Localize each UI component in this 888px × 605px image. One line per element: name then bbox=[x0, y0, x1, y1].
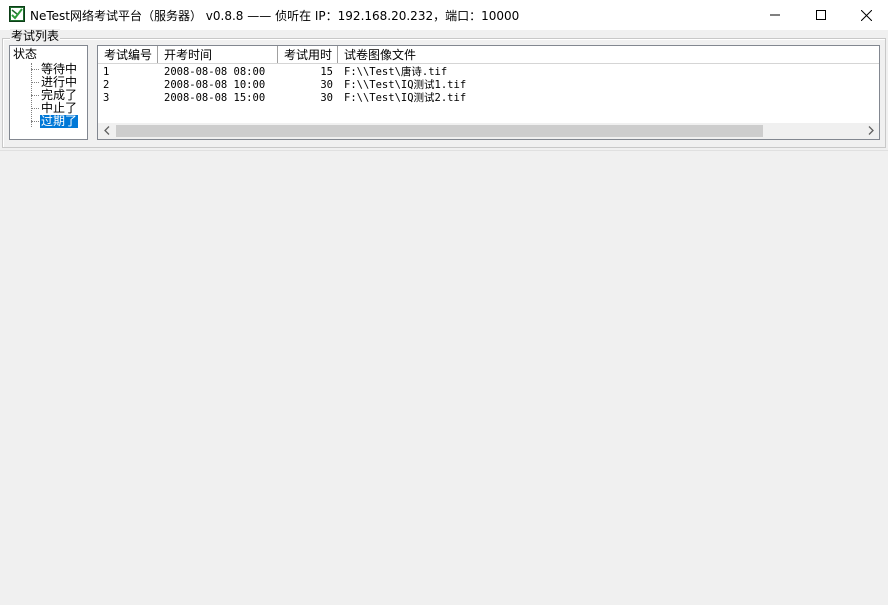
tree-branch-line bbox=[31, 95, 39, 96]
cell-duration: 15 bbox=[320, 66, 333, 78]
app-logo-icon[interactable] bbox=[9, 6, 25, 22]
chevron-right-icon bbox=[868, 124, 874, 138]
column-header-exam-id[interactable]: 考试编号 bbox=[98, 46, 158, 63]
minimize-button[interactable] bbox=[752, 0, 798, 30]
groupbox-legend: 考试列表 bbox=[10, 29, 61, 43]
cell-start-time: 2008-08-08 08:00 bbox=[164, 66, 266, 78]
cell-image-file: F:\\Test\IQ测试1.tif bbox=[344, 79, 467, 91]
horizontal-scrollbar[interactable] bbox=[98, 123, 879, 139]
cell-exam-id: 3 bbox=[103, 92, 110, 104]
main-content-area bbox=[0, 150, 888, 605]
table-row[interactable]: 3 2008-08-08 15:00 30 F:\\Test\IQ测试2.tif bbox=[98, 92, 879, 105]
tree-item-label: 过期了 bbox=[40, 114, 79, 128]
close-icon bbox=[860, 9, 872, 21]
cell-exam-id: 1 bbox=[103, 66, 110, 78]
cell-exam-id: 2 bbox=[103, 79, 110, 91]
tree-root-status[interactable]: 状态 bbox=[13, 48, 37, 61]
title-bar[interactable]: NeTest网络考试平台（服务器） v0.8.8 —— 侦听在 IP：192.1… bbox=[0, 0, 888, 31]
tree-branch-line bbox=[31, 108, 39, 109]
maximize-button[interactable] bbox=[798, 0, 844, 30]
cell-image-file: F:\\Test\IQ测试2.tif bbox=[344, 92, 467, 104]
scroll-left-button[interactable] bbox=[98, 123, 115, 139]
minimize-icon bbox=[770, 10, 780, 20]
list-header: 考试编号 开考时间 考试用时 试卷图像文件 bbox=[98, 46, 879, 64]
cell-duration: 30 bbox=[320, 79, 333, 91]
table-row[interactable]: 2 2008-08-08 10:00 30 F:\\Test\IQ测试1.tif bbox=[98, 79, 879, 92]
cell-duration: 30 bbox=[320, 92, 333, 104]
chevron-left-icon bbox=[103, 124, 110, 138]
window-title: NeTest网络考试平台（服务器） v0.8.8 —— 侦听在 IP：192.1… bbox=[30, 9, 520, 23]
table-row[interactable]: 1 2008-08-08 08:00 15 F:\\Test\唐诗.tif bbox=[98, 66, 879, 79]
tree-branch-line bbox=[31, 69, 39, 70]
cell-start-time: 2008-08-08 15:00 bbox=[164, 92, 266, 104]
scrollbar-thumb[interactable] bbox=[116, 125, 763, 137]
cell-start-time: 2008-08-08 10:00 bbox=[164, 79, 266, 91]
close-button[interactable] bbox=[843, 0, 888, 30]
tree-branch-line bbox=[31, 121, 39, 122]
maximize-icon bbox=[816, 10, 826, 20]
tree-branch-line bbox=[31, 82, 39, 83]
column-header-duration[interactable]: 考试用时 bbox=[278, 46, 338, 63]
cell-image-file: F:\\Test\唐诗.tif bbox=[344, 66, 448, 78]
column-header-start-time[interactable]: 开考时间 bbox=[158, 46, 278, 63]
column-header-image-file[interactable]: 试卷图像文件 bbox=[338, 46, 438, 63]
exam-list-view[interactable]: 考试编号 开考时间 考试用时 试卷图像文件 1 2008-08-08 08:00… bbox=[97, 45, 880, 140]
scroll-right-button[interactable] bbox=[862, 123, 879, 139]
status-tree[interactable]: 状态 等待中 进行中 完成了 中止了 过期了 bbox=[9, 45, 88, 140]
